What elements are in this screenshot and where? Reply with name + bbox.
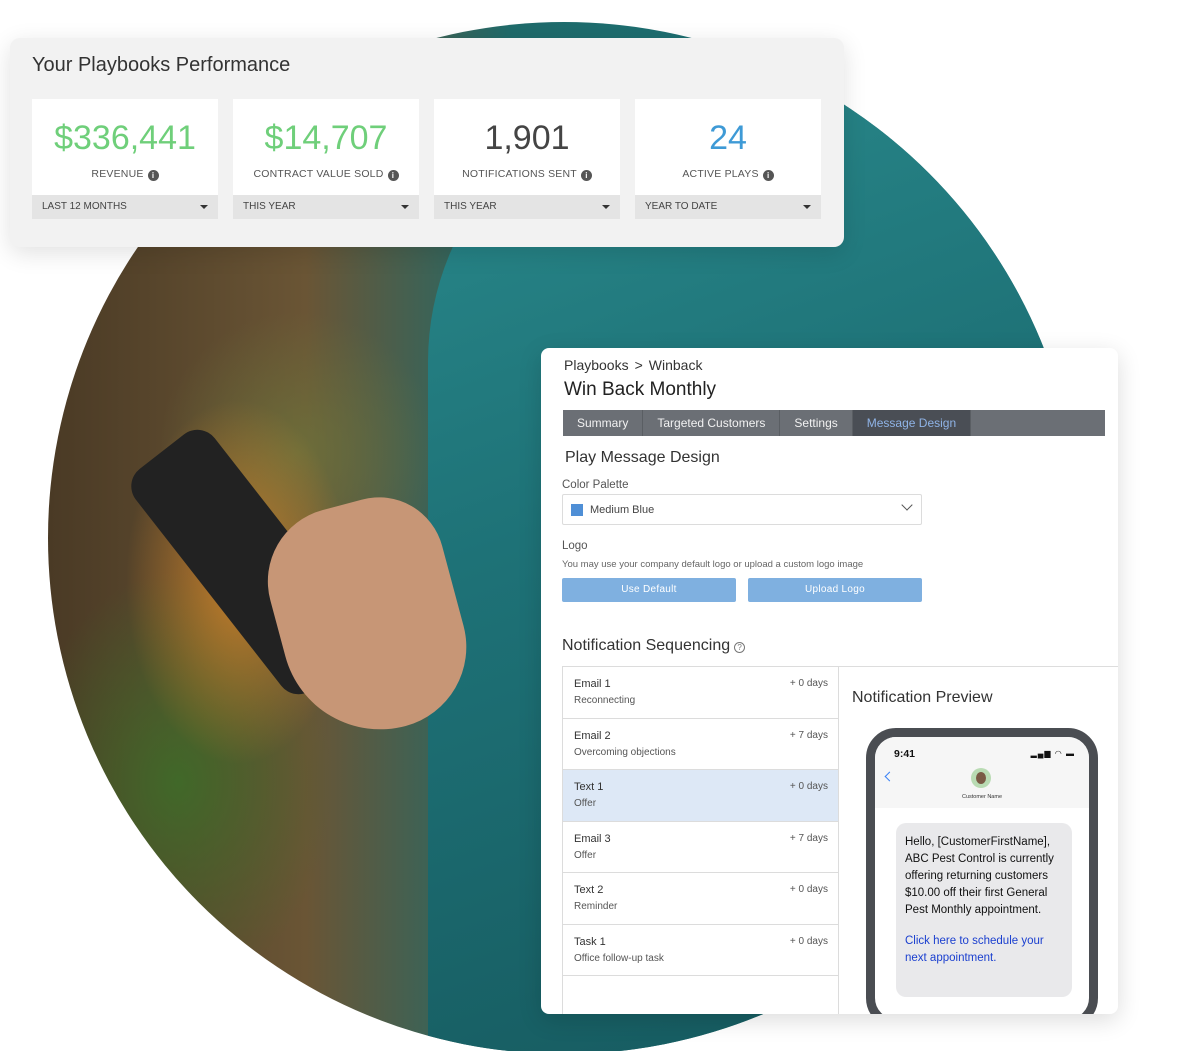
period-select-value: YEAR TO DATE xyxy=(645,201,718,212)
sequence-list: Email 1 Reconnecting + 0 days Email 2 Ov… xyxy=(562,666,839,1014)
sequence-item-subtitle: Office follow-up task xyxy=(574,952,664,964)
chevron-down-icon xyxy=(901,499,913,511)
color-palette-select[interactable]: Medium Blue xyxy=(562,494,922,525)
message-design-heading: Play Message Design xyxy=(565,449,720,466)
divider xyxy=(839,666,1118,667)
sequence-item[interactable]: Text 2 Reminder + 0 days xyxy=(563,873,838,925)
page-title: Win Back Monthly xyxy=(564,379,717,400)
message-bubble: Hello, [CustomerFirstName], ABC Pest Con… xyxy=(896,823,1072,997)
stat-value: $14,707 xyxy=(264,119,388,157)
period-select-value: THIS YEAR xyxy=(444,201,497,212)
stat-label: REVENUE i xyxy=(32,168,218,181)
phone-preview: 9:41 ▂▄▆ ◠ ▬ Customer Name Hello, [Custo… xyxy=(866,728,1098,1014)
caret-down-icon xyxy=(602,205,610,209)
stat-label-text: REVENUE xyxy=(91,168,144,180)
sequence-item-selected[interactable]: Text 1 Offer + 0 days xyxy=(563,770,838,822)
back-arrow-icon xyxy=(884,771,895,782)
phone-header: 9:41 ▂▄▆ ◠ ▬ Customer Name xyxy=(875,737,1089,808)
sequence-item-delay: + 0 days xyxy=(789,678,828,689)
stat-label: NOTIFICATIONS SENT i xyxy=(434,168,620,181)
sequence-item-subtitle: Reminder xyxy=(574,901,618,912)
color-palette-value: Medium Blue xyxy=(590,504,655,516)
sequencing-heading-text: Notification Sequencing xyxy=(562,637,731,654)
period-select[interactable]: THIS YEAR xyxy=(233,195,419,219)
playbook-editor-card: Playbooks > Winback Win Back Monthly Summa… xyxy=(541,348,1118,1014)
sequence-item-name: Email 2 xyxy=(574,729,611,742)
period-select-value: LAST 12 MONTHS xyxy=(42,201,127,212)
caret-down-icon xyxy=(803,205,811,209)
sequence-item-delay: + 0 days xyxy=(789,781,828,792)
tab-bar: Summary Targeted Customers Settings Mess… xyxy=(563,410,1105,436)
logo-label: Logo xyxy=(562,540,588,552)
stat-notifications: 1,901 NOTIFICATIONS SENT i THIS YEAR xyxy=(434,99,620,219)
period-select[interactable]: YEAR TO DATE xyxy=(635,195,821,219)
sequence-item-delay: + 7 days xyxy=(789,729,828,741)
contact-avatar xyxy=(971,768,991,788)
chevron-right-icon: > xyxy=(634,357,643,373)
info-icon[interactable]: i xyxy=(580,170,592,181)
signal-battery-icon: ▂▄▆ ◠ ▬ xyxy=(1030,749,1075,758)
breadcrumb: Playbooks > Winback xyxy=(564,357,702,373)
sequence-item-subtitle: Reconnecting xyxy=(574,695,636,706)
phone-time: 9:41 xyxy=(894,748,916,760)
performance-title: Your Playbooks Performance xyxy=(32,54,291,76)
sequence-item[interactable]: Task 1 Office follow-up task + 0 days xyxy=(563,924,838,976)
tab-message-design[interactable]: Message Design xyxy=(852,410,972,436)
stat-revenue: $336,441 REVENUE i LAST 12 MONTHS xyxy=(32,99,218,219)
tab-targeted-customers[interactable]: Targeted Customers xyxy=(643,410,781,436)
sequence-item-name: Text 2 xyxy=(574,884,604,896)
sequence-item-subtitle: Offer xyxy=(574,798,597,809)
stat-label: ACTIVE PLAYS i xyxy=(635,168,821,181)
notification-preview-heading: Notification Preview xyxy=(852,689,993,706)
stat-label: CONTRACT VALUE SOLD i xyxy=(233,168,419,181)
sequence-item-subtitle: Offer xyxy=(574,849,597,861)
sequence-item-delay: + 0 days xyxy=(789,935,828,947)
breadcrumb-link[interactable]: Playbooks xyxy=(564,357,629,373)
sequence-item-subtitle: Overcoming objections xyxy=(574,746,676,758)
sequence-item[interactable]: Email 3 Offer + 7 days xyxy=(563,821,838,873)
caret-down-icon xyxy=(200,205,208,209)
period-select[interactable]: THIS YEAR xyxy=(434,195,620,219)
performance-card: Your Playbooks Performance $336,441 REVE… xyxy=(10,38,844,247)
message-text: Hello, [CustomerFirstName], ABC Pest Con… xyxy=(905,836,1054,916)
stat-value: 24 xyxy=(709,119,747,157)
upload-logo-button[interactable]: Upload Logo xyxy=(748,578,922,602)
schedule-link[interactable]: Click here to schedule your next appoint… xyxy=(905,933,1063,967)
stat-value: $336,441 xyxy=(54,119,196,157)
sequence-item-name: Task 1 xyxy=(574,935,606,948)
stat-label-text: NOTIFICATIONS SENT xyxy=(462,168,577,180)
sequence-item[interactable]: Email 1 Reconnecting + 0 days xyxy=(563,667,838,719)
sequence-item-name: Email 1 xyxy=(574,678,611,690)
caret-down-icon xyxy=(401,205,409,209)
info-icon[interactable]: i xyxy=(387,170,399,181)
contact-name: Customer Name xyxy=(961,794,1003,800)
stat-value: 1,901 xyxy=(484,119,570,157)
breadcrumb-current: Winback xyxy=(648,357,703,373)
stat-active-plays: 24 ACTIVE PLAYS i YEAR TO DATE xyxy=(635,99,821,219)
stat-label-text: ACTIVE PLAYS xyxy=(682,168,759,180)
tab-settings[interactable]: Settings xyxy=(780,410,853,436)
sequence-item[interactable]: Email 2 Overcoming objections + 7 days xyxy=(563,718,838,770)
color-palette-label: Color Palette xyxy=(562,479,629,491)
sequence-item-name: Email 3 xyxy=(574,832,611,845)
use-default-button[interactable]: Use Default xyxy=(562,578,736,602)
help-icon[interactable]: ? xyxy=(734,642,746,653)
period-select[interactable]: LAST 12 MONTHS xyxy=(32,195,218,219)
tab-summary[interactable]: Summary xyxy=(563,410,644,436)
sequence-item-delay: + 0 days xyxy=(789,884,828,895)
period-select-value: THIS YEAR xyxy=(243,201,296,212)
logo-help-text: You may use your company default logo or… xyxy=(562,559,864,570)
stat-contract-value: $14,707 CONTRACT VALUE SOLD i THIS YEAR xyxy=(233,99,419,219)
sequencing-heading: Notification Sequencing? xyxy=(562,637,746,655)
info-icon[interactable]: i xyxy=(147,170,159,181)
color-swatch xyxy=(571,504,583,516)
info-icon[interactable]: i xyxy=(762,170,774,181)
sequence-item-delay: + 7 days xyxy=(789,832,828,844)
stat-label-text: CONTRACT VALUE SOLD xyxy=(253,168,384,180)
sequence-item-name: Text 1 xyxy=(574,781,604,793)
